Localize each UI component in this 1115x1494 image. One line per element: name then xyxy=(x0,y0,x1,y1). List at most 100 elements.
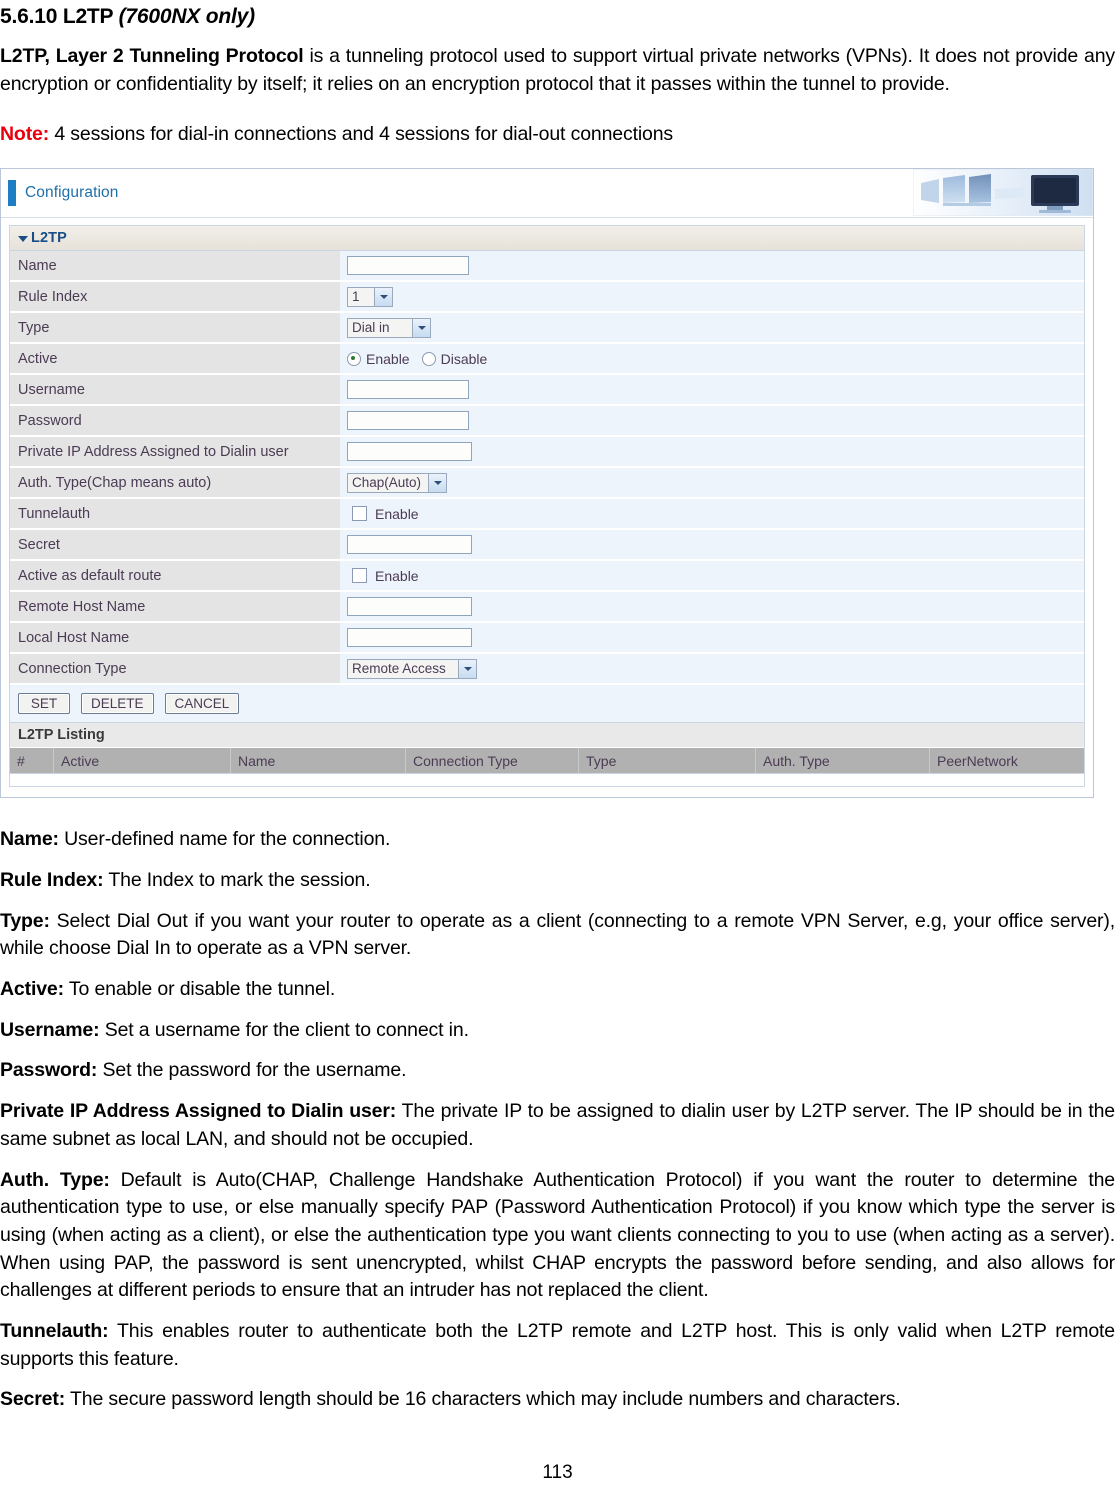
description-term: Tunnelauth: xyxy=(0,1319,109,1342)
form-row-active: Active Enable Disable xyxy=(10,344,1084,376)
description-username: Username: Set a username for the client … xyxy=(0,1017,1115,1045)
page-title-model: (7600NX only) xyxy=(118,5,255,28)
description-type: Type: Select Dial Out if you want your r… xyxy=(0,908,1115,963)
delete-button[interactable]: DELETE xyxy=(81,693,154,715)
column-header-peer-network: PeerNetwork xyxy=(937,752,1018,769)
form-row-active-default-route: Active as default route Enable xyxy=(10,561,1084,593)
form-row-password: Password xyxy=(10,406,1084,438)
description-text: The Index to mark the session. xyxy=(103,869,371,891)
description-text: Set a username for the client to connect… xyxy=(99,1018,469,1041)
document-page: 5.6.10 L2TP (7600NX only) L2TP, Layer 2 … xyxy=(0,4,1115,1494)
description-term: Secret: xyxy=(0,1388,66,1411)
value-type: Dial in xyxy=(340,313,1084,344)
remote-host-name-input[interactable] xyxy=(347,597,472,617)
rule-index-select[interactable]: 1 xyxy=(347,286,393,307)
chevron-down-icon[interactable] xyxy=(428,473,446,492)
secret-input[interactable] xyxy=(347,535,472,555)
radio-empty-icon[interactable] xyxy=(421,351,436,366)
form-row-remote-host-name: Remote Host Name xyxy=(10,592,1084,624)
l2tp-listing-column-headers: # Active Name Connection Type Type Auth.… xyxy=(10,748,1084,775)
description-term: Active: xyxy=(0,978,64,1001)
panel-header: Configuration xyxy=(1,169,1093,219)
form-row-auth-type: Auth. Type(Chap means auto) Chap(Auto) xyxy=(10,468,1084,500)
auth-type-select[interactable]: Chap(Auto) xyxy=(347,472,447,493)
value-tunnelauth: Enable xyxy=(340,499,1084,530)
form-row-local-host-name: Local Host Name xyxy=(10,623,1084,655)
chevron-down-icon[interactable] xyxy=(458,659,476,678)
label-rule-index: Rule Index xyxy=(10,282,340,313)
column-header-type: Type xyxy=(579,748,756,774)
page-number: 113 xyxy=(542,1462,573,1483)
note-text: 4 sessions for dial-in connections and 4… xyxy=(49,122,674,145)
value-password xyxy=(340,406,1084,437)
description-text: Default is Auto(CHAP, Challenge Handshak… xyxy=(0,1168,1115,1302)
description-active: Active: To enable or disable the tunnel. xyxy=(0,976,1115,1004)
form-row-rule-index: Rule Index 1 xyxy=(10,282,1084,314)
description-text: To enable or disable the tunnel. xyxy=(63,978,336,1001)
description-term: Rule Index: xyxy=(0,869,104,891)
checkbox-unchecked-icon[interactable] xyxy=(352,506,367,522)
label-username: Username xyxy=(10,375,340,406)
description-tunnelauth: Tunnelauth: This enables router to authe… xyxy=(0,1318,1115,1373)
label-remote-host-name: Remote Host Name xyxy=(10,592,340,623)
name-input[interactable] xyxy=(347,256,469,276)
description-password: Password: Set the password for the usern… xyxy=(0,1057,1115,1085)
label-name: Name xyxy=(10,251,340,282)
router-config-panel: Configuration L2TP Name Rule Index 1 Typ… xyxy=(0,168,1094,799)
local-host-name-input[interactable] xyxy=(347,628,472,648)
radio-filled-icon[interactable] xyxy=(347,351,361,366)
l2tp-listing-header: L2TP Listing xyxy=(10,723,1084,749)
chevron-down-icon[interactable] xyxy=(412,318,430,337)
column-header-active: Active xyxy=(54,748,231,774)
connection-type-selected-value: Remote Access xyxy=(352,661,446,677)
label-type: Type xyxy=(10,313,340,344)
description-term: Private IP Address Assigned to Dialin us… xyxy=(0,1100,397,1123)
column-header-name: Name xyxy=(231,748,406,774)
tunnelauth-checkbox-group[interactable]: Enable xyxy=(352,506,419,522)
page-title-number: 5.6.10 L2TP xyxy=(0,5,119,28)
checkbox-unchecked-icon[interactable] xyxy=(352,568,367,584)
password-input[interactable] xyxy=(347,411,469,431)
active-disable-label: Disable xyxy=(440,350,488,367)
blue-accent-bar xyxy=(8,180,16,207)
column-header-index: # xyxy=(10,748,54,774)
active-disable-radio[interactable]: Disable xyxy=(421,350,488,367)
chevron-down-icon[interactable] xyxy=(374,287,392,306)
value-rule-index: 1 xyxy=(340,282,1084,313)
value-private-ip xyxy=(340,437,1084,468)
form-row-name: Name xyxy=(10,251,1084,283)
auth-type-selected-value: Chap(Auto) xyxy=(352,475,422,491)
l2tp-listing-title: L2TP Listing xyxy=(18,727,105,744)
username-input[interactable] xyxy=(347,380,469,400)
form-actions: SET DELETE CANCEL xyxy=(10,685,1084,724)
cancel-button[interactable]: CANCEL xyxy=(164,693,240,715)
value-name xyxy=(340,251,1084,282)
private-ip-input[interactable] xyxy=(347,442,472,462)
label-connection-type: Connection Type xyxy=(10,654,340,685)
connection-type-select[interactable]: Remote Access xyxy=(347,658,477,679)
l2tp-listing-empty-body xyxy=(10,774,1084,788)
l2tp-form: L2TP Name Rule Index 1 Type Dial in Acti… xyxy=(9,225,1085,788)
column-header-connection-type: Connection Type xyxy=(406,748,579,774)
chevron-down-icon[interactable] xyxy=(18,235,28,242)
form-row-type: Type Dial in xyxy=(10,313,1084,345)
value-local-host-name xyxy=(340,623,1084,654)
l2tp-section-title: L2TP xyxy=(31,230,67,247)
type-select[interactable]: Dial in xyxy=(347,317,431,338)
description-auth-type: Auth. Type: Default is Auto(CHAP, Challe… xyxy=(0,1167,1115,1305)
value-connection-type: Remote Access xyxy=(340,654,1084,685)
default-route-checkbox-group[interactable]: Enable xyxy=(352,568,419,584)
description-term: Name: xyxy=(0,828,59,851)
description-term: Username: xyxy=(0,1018,100,1041)
tunnelauth-checkbox-label: Enable xyxy=(375,505,419,522)
intro-paragraph: L2TP, Layer 2 Tunneling Protocol is a tu… xyxy=(0,43,1115,98)
note-label: Note: xyxy=(0,122,50,145)
set-button[interactable]: SET xyxy=(18,693,70,715)
l2tp-section-header[interactable]: L2TP xyxy=(10,226,1084,252)
description-secret: Secret: The secure password length shoul… xyxy=(0,1386,1115,1414)
description-text: This enables router to authenticate both… xyxy=(0,1319,1115,1370)
panel-header-title: Configuration xyxy=(25,184,119,202)
description-private-ip: Private IP Address Assigned to Dialin us… xyxy=(0,1098,1115,1153)
active-enable-radio[interactable]: Enable xyxy=(347,351,410,367)
label-active: Active xyxy=(10,344,340,375)
